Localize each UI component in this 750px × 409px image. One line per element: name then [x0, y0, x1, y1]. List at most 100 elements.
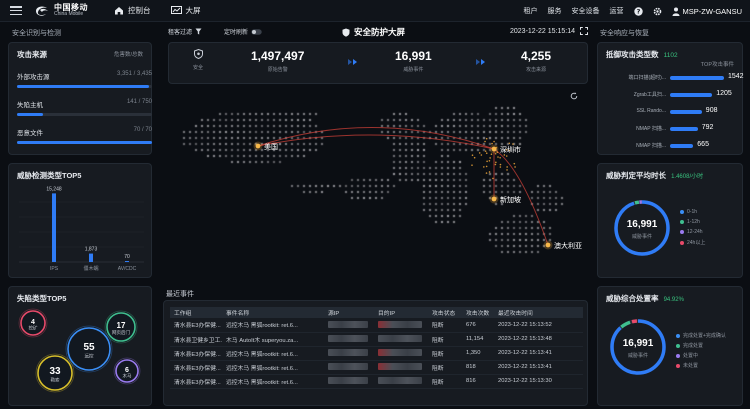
arrow-right-icon [476, 59, 485, 65]
rank-label: NMAP 扫描... [636, 143, 666, 149]
legend-item: 完成处置+完成确认 [676, 332, 726, 339]
threat-types-card: 威胁检测类型TOP5 15,248 IPS 1,873 僵木蠕 70 AV/CDC [8, 163, 152, 278]
nav-service[interactable]: 服务 [548, 6, 562, 16]
page-title-text: 安全防护大屏 [354, 27, 406, 37]
cell-src-ip [324, 332, 374, 347]
stat-threat-events[interactable]: 16,991 威胁事件 [395, 49, 432, 73]
stat-security: 安全 [193, 48, 203, 71]
nav-console[interactable]: 控制台 [114, 5, 151, 16]
bar-value-label: 15,248 [46, 186, 62, 192]
col-header[interactable]: 工作组 [170, 307, 222, 318]
cell-src-ip [324, 318, 374, 333]
cell-status: 阻断 [428, 374, 462, 389]
legend-dot [680, 240, 684, 245]
col-header[interactable]: 事件名称 [222, 307, 324, 318]
cell-status: 阻断 [428, 360, 462, 375]
datetime-text: 2023-12-22 15:15:14 [510, 27, 575, 35]
bar-AV/CDC[interactable] [125, 261, 129, 262]
attack-row-external[interactable]: 外部攻击源 3,351 / 3,435 [17, 71, 152, 88]
nav-tenant[interactable]: 租户 [524, 6, 538, 16]
bubble-挖矿[interactable]: 4挖矿 [18, 308, 48, 338]
rank-value: 1205 [716, 90, 732, 97]
bubble-勒索[interactable]: 33勒索 [35, 353, 75, 393]
rank-value: 792 [701, 124, 714, 131]
table-row[interactable]: 清水县E3办保健... 远控木马 黑狐rootkit: ret.6... 阻断 … [170, 318, 583, 333]
legend-item: 24h以上 [680, 239, 705, 246]
col-header[interactable]: 最近攻击时间 [494, 307, 583, 318]
stat-raw-alerts[interactable]: 1,497,497 原始告警 [251, 49, 304, 73]
nav-console-label: 控制台 [128, 6, 151, 15]
attack-source-subtitle: 危害数/总数 [113, 52, 143, 58]
auto-refresh[interactable]: 定时刷新 [224, 27, 262, 36]
cell-name: 远控木马 黑狐rootkit: ret.6... [222, 360, 324, 375]
rank-row[interactable]: NMAP 扫描... 792 [602, 124, 740, 134]
cell-count: 1,350 [462, 346, 494, 361]
rank-label: NMAP 扫描... [636, 126, 666, 132]
nav-big-screen[interactable]: 大屏 [170, 5, 201, 16]
rank-row[interactable]: NMAP 扫描... 665 [602, 141, 740, 151]
bubble-number: 55 [83, 342, 95, 353]
response-time-center-label: 威胁事件 [631, 234, 652, 240]
nav-operation[interactable]: 运营 [610, 6, 624, 16]
stat-label: 原始告警 [267, 67, 288, 73]
cell-status: 阻断 [428, 346, 462, 361]
response-time-center-num: 16,991 [626, 219, 658, 230]
bar-IPS[interactable] [52, 193, 56, 262]
cell-time: 2023-12-22 15:13:41 [494, 346, 583, 361]
stat-attack-sources[interactable]: 4,255 攻击来源 [521, 49, 551, 73]
blocked-types-card: 抵御攻击类型数 1102 TOP攻击事件 端口扫描(超时)... 1542 Zgra… [597, 42, 744, 155]
gear-icon[interactable] [653, 7, 662, 16]
bubble-远控[interactable]: 55远控 [65, 325, 113, 373]
col-header[interactable]: 攻击次数 [462, 307, 494, 318]
stat-value: 1,497,497 [251, 49, 305, 63]
user-menu[interactable]: MSP-ZW-GANSU [672, 7, 742, 16]
help-icon[interactable]: ? [633, 6, 643, 16]
bubble-木马[interactable]: 6木马 [113, 357, 141, 385]
table-row[interactable]: 清水县E3办保健... 远控木马 黑狐rootkit: ret.6... 阻断 … [170, 360, 583, 375]
handle-rate-center-label: 威胁事件 [627, 353, 648, 359]
rank-row[interactable]: SSL Rando... 908 [602, 107, 740, 117]
col-header[interactable]: 源IP [324, 307, 374, 318]
map-location-marker[interactable]: 新加坡 [489, 194, 522, 205]
world-attack-map[interactable]: 美国 深圳市 新加坡 澳大利亚 [168, 86, 588, 284]
refresh-icon[interactable] [570, 92, 578, 100]
nav-security-device[interactable]: 安全设备 [572, 6, 600, 16]
table-row[interactable]: 清水县E3办保健... 远控木马 黑狐rootkit: ret.6... 阻断 … [170, 346, 583, 361]
cell-dst-ip [374, 332, 428, 347]
cell-src-ip [324, 374, 374, 389]
map-location-marker[interactable]: 澳大利亚 [543, 240, 583, 251]
nav-big-screen-label: 大屏 [185, 6, 201, 15]
bar-僵木蠕[interactable] [89, 253, 93, 262]
map-location-marker[interactable]: 深圳市 [489, 144, 522, 155]
rank-bar [670, 93, 713, 97]
hamburger-menu-icon[interactable] [10, 6, 22, 15]
fullscreen-icon[interactable] [580, 27, 588, 35]
shield-icon [193, 48, 203, 60]
bar-value-label: 1,873 [85, 247, 98, 253]
bubble-number: 17 [117, 321, 126, 330]
col-header[interactable]: 目的IP [374, 307, 428, 318]
cell-src-ip [324, 346, 374, 361]
china-mobile-logo[interactable]: 中国移动 China Mobile [34, 3, 88, 18]
cell-group: 清水县E3办保健... [170, 318, 222, 333]
attack-row-host[interactable]: 失陷主机 141 / 750 [17, 99, 152, 116]
blocked-types-title-text: 抵御攻击类型数 [606, 50, 659, 59]
cell-dst-ip [374, 360, 428, 375]
blocked-types-count: 1102 [663, 52, 678, 59]
rank-value: 665 [697, 141, 709, 148]
attack-row-label: 恶意文件 [17, 130, 43, 137]
table-row[interactable]: 清水县卫健乡卫工... 木马 AutoIt木 superyou.za... 阻断… [170, 332, 583, 347]
tenant-filter[interactable]: 租客过滤 [168, 27, 202, 36]
rank-row[interactable]: 端口扫描(超时)... 1542 [602, 73, 744, 83]
table-row[interactable]: 清水县E3办保健... 远控木马 黑狐rootkit: ret.6... 阻断 … [170, 374, 583, 389]
attack-row-file[interactable]: 恶意文件 70 / 70 [17, 127, 152, 144]
rank-row[interactable]: Zgrab工具扫... 1205 [602, 90, 740, 100]
attack-bar [17, 141, 152, 144]
bubble-网页后门[interactable]: 17网页后门 [104, 310, 138, 344]
map-location-label: 深圳市 [500, 145, 521, 154]
cell-time: 2023-12-22 15:13:52 [494, 318, 583, 333]
cell-count: 676 [462, 318, 494, 333]
recent-events-card: 工作组 事件名称 源IP 目的IP 攻击状态 攻击次数 最近攻击时间 清水县E3… [163, 300, 588, 406]
handle-rate-title: 威胁综合处置率 94.92% [606, 293, 684, 304]
col-header[interactable]: 攻击状态 [428, 307, 462, 318]
